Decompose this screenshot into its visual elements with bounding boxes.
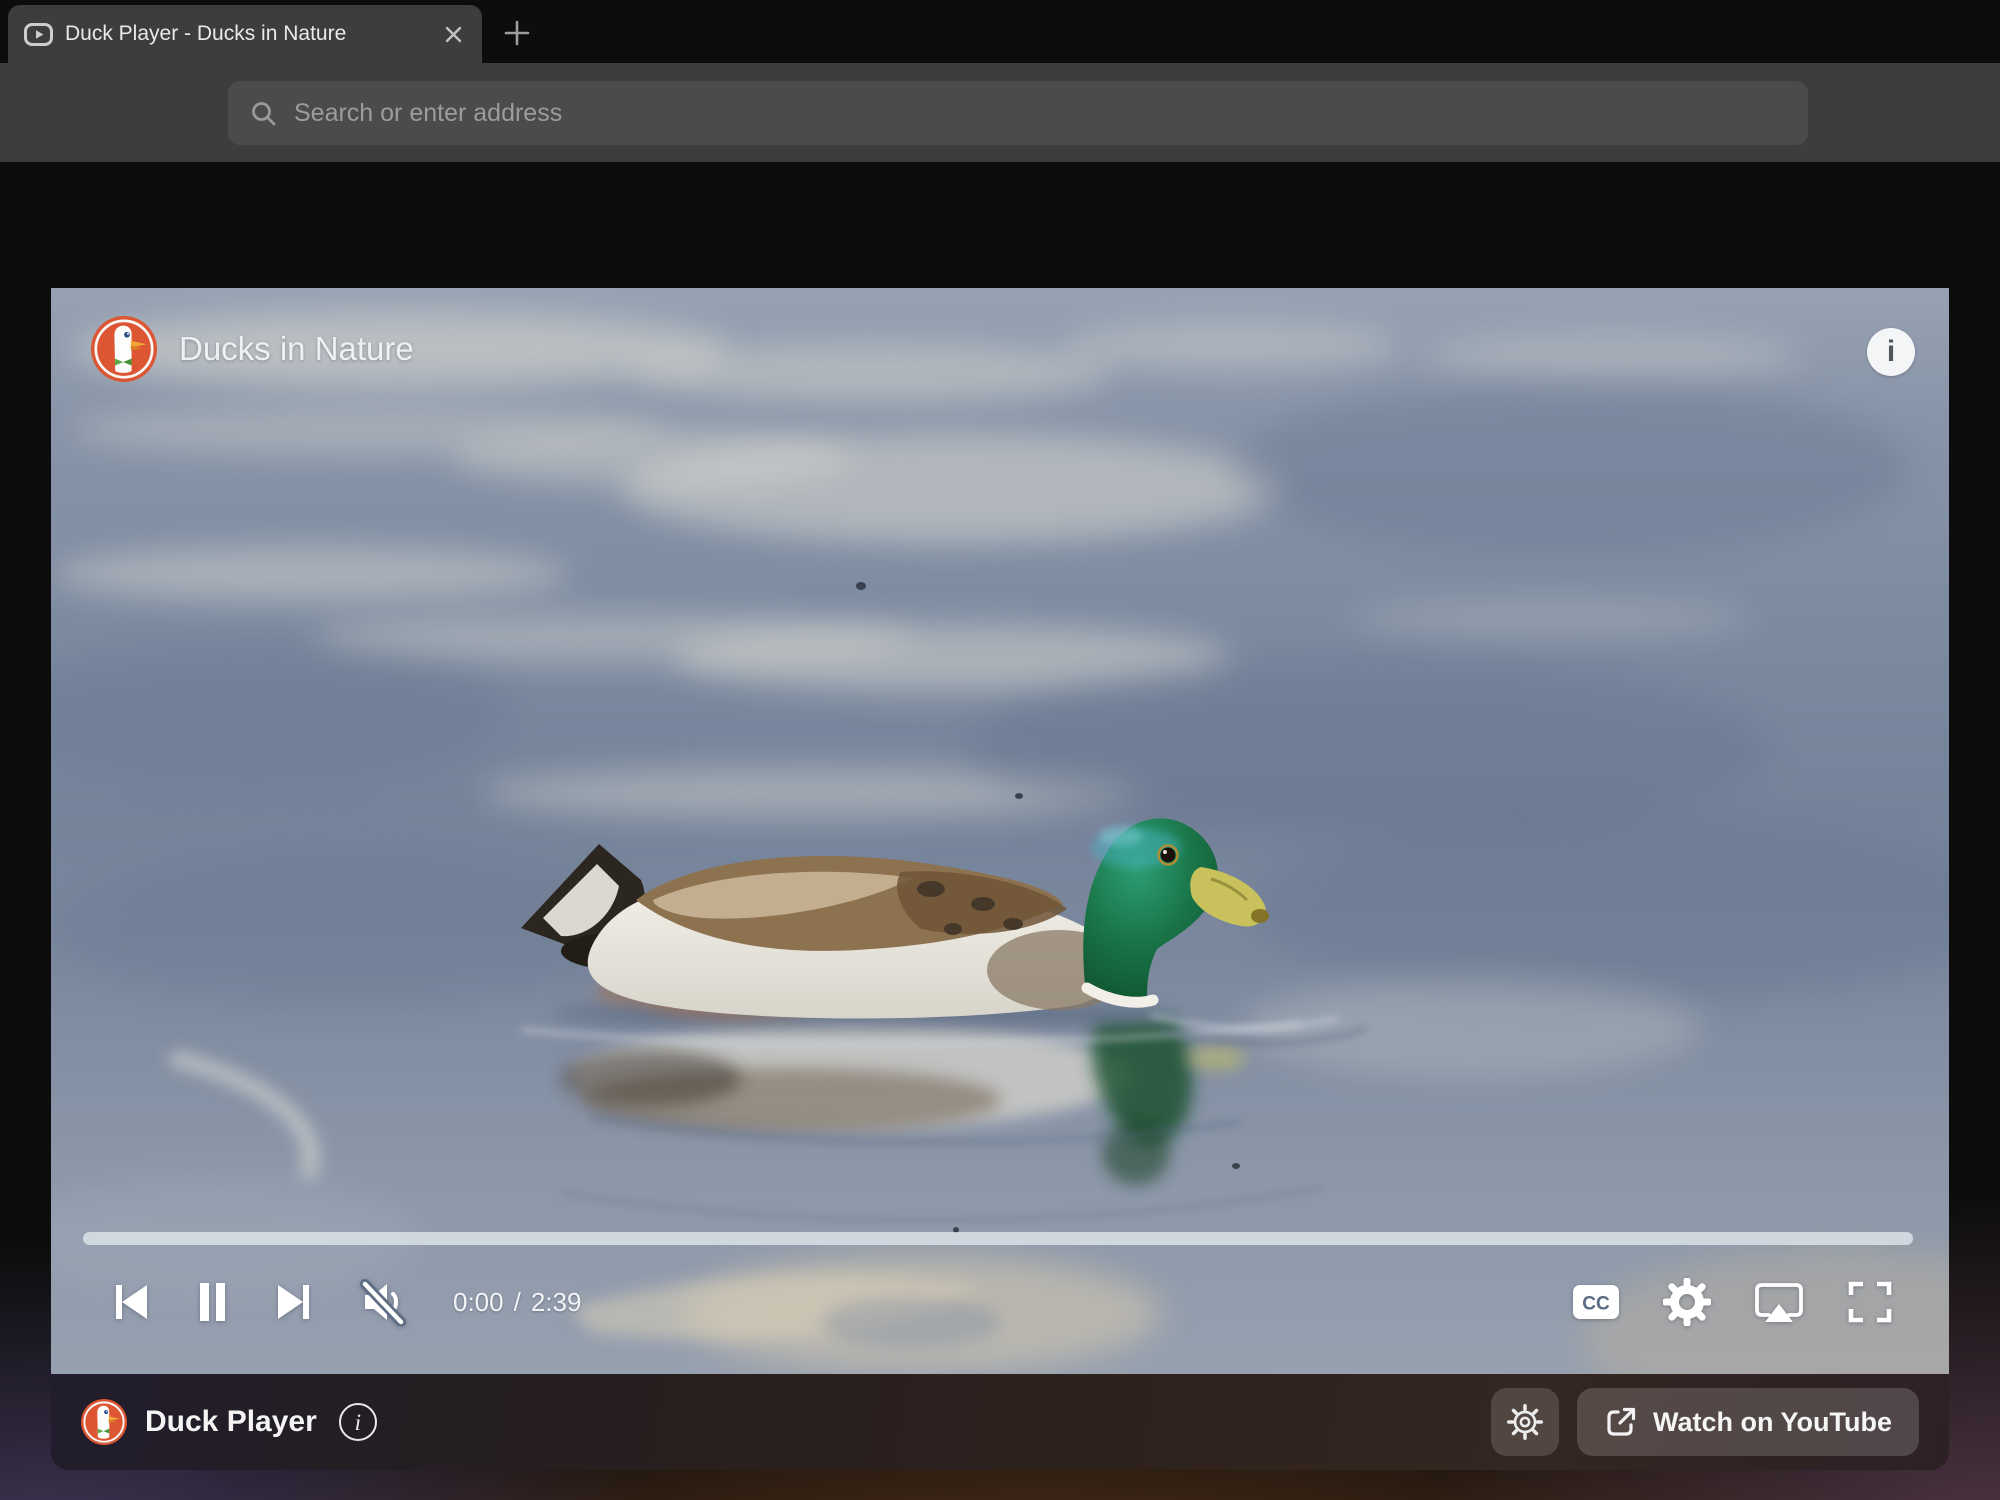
duck-player: Ducks in Nature i <box>51 288 1949 1470</box>
time-current: 0:00 <box>453 1287 504 1318</box>
captions-button[interactable]: CC <box>1571 1283 1621 1321</box>
volume-muted-icon <box>357 1278 407 1326</box>
browser-window: Duck Player - Ducks in Nature <box>0 0 2000 1500</box>
tab-close-icon[interactable] <box>440 21 466 47</box>
video-player[interactable]: Ducks in Nature i <box>51 288 1949 1374</box>
duck-player-footer: Duck Player i <box>51 1374 1949 1470</box>
closed-captions-icon: CC <box>1571 1283 1621 1321</box>
watch-on-youtube-label: Watch on YouTube <box>1653 1407 1892 1438</box>
pause-icon <box>193 1280 231 1324</box>
footer-brand: Duck Player <box>145 1405 317 1439</box>
time-separator: / <box>514 1287 521 1318</box>
video-title: Ducks in Nature <box>179 330 414 368</box>
duck-player-page: Ducks in Nature i <box>0 162 2000 1500</box>
skip-previous-icon <box>109 1280 151 1324</box>
address-input[interactable] <box>292 98 1786 129</box>
fullscreen-button[interactable] <box>1847 1280 1893 1324</box>
tab-title: Duck Player - Ducks in Nature <box>65 22 428 46</box>
settings-button[interactable] <box>1663 1278 1711 1326</box>
progress-bar[interactable] <box>83 1232 1913 1245</box>
info-icon: i <box>355 1411 361 1434</box>
footer-brand-group: Duck Player i <box>81 1399 377 1445</box>
watch-on-youtube-button[interactable]: Watch on YouTube <box>1577 1388 1919 1456</box>
skip-next-icon <box>273 1280 315 1324</box>
video-frame-duck-scene <box>51 288 1949 1374</box>
airplay-icon <box>1753 1279 1805 1325</box>
settings-gear-icon <box>1663 1278 1711 1326</box>
pause-button[interactable] <box>193 1280 231 1324</box>
footer-info-button[interactable]: i <box>339 1403 377 1441</box>
fullscreen-icon <box>1847 1280 1893 1324</box>
mute-button[interactable] <box>357 1278 407 1326</box>
duckduckgo-logo <box>81 1399 127 1445</box>
video-header: Ducks in Nature <box>91 316 414 382</box>
secondary-controls: CC <box>1571 1276 1893 1328</box>
external-link-icon <box>1604 1405 1638 1439</box>
plus-icon <box>503 19 531 47</box>
time-display: 0:00 / 2:39 <box>453 1287 581 1318</box>
new-tab-button[interactable] <box>494 10 540 56</box>
skip-next-button[interactable] <box>273 1280 315 1324</box>
svg-text:CC: CC <box>1582 1294 1610 1315</box>
info-button[interactable]: i <box>1867 328 1915 376</box>
browser-toolbar <box>0 63 2000 162</box>
skip-previous-button[interactable] <box>109 1280 151 1324</box>
info-icon: i <box>1887 337 1895 367</box>
address-bar[interactable] <box>228 81 1808 145</box>
footer-actions: Watch on YouTube <box>1491 1388 1919 1456</box>
gear-outline-icon <box>1505 1402 1545 1442</box>
player-settings-button[interactable] <box>1491 1388 1559 1456</box>
tab-bar: Duck Player - Ducks in Nature <box>0 0 2000 63</box>
airplay-button[interactable] <box>1753 1279 1805 1325</box>
time-duration: 2:39 <box>531 1287 582 1318</box>
playback-controls: 0:00 / 2:39 <box>109 1276 581 1328</box>
search-icon <box>250 100 277 127</box>
browser-tab[interactable]: Duck Player - Ducks in Nature <box>8 5 482 63</box>
video-play-icon <box>24 23 53 46</box>
duckduckgo-logo <box>91 316 157 382</box>
